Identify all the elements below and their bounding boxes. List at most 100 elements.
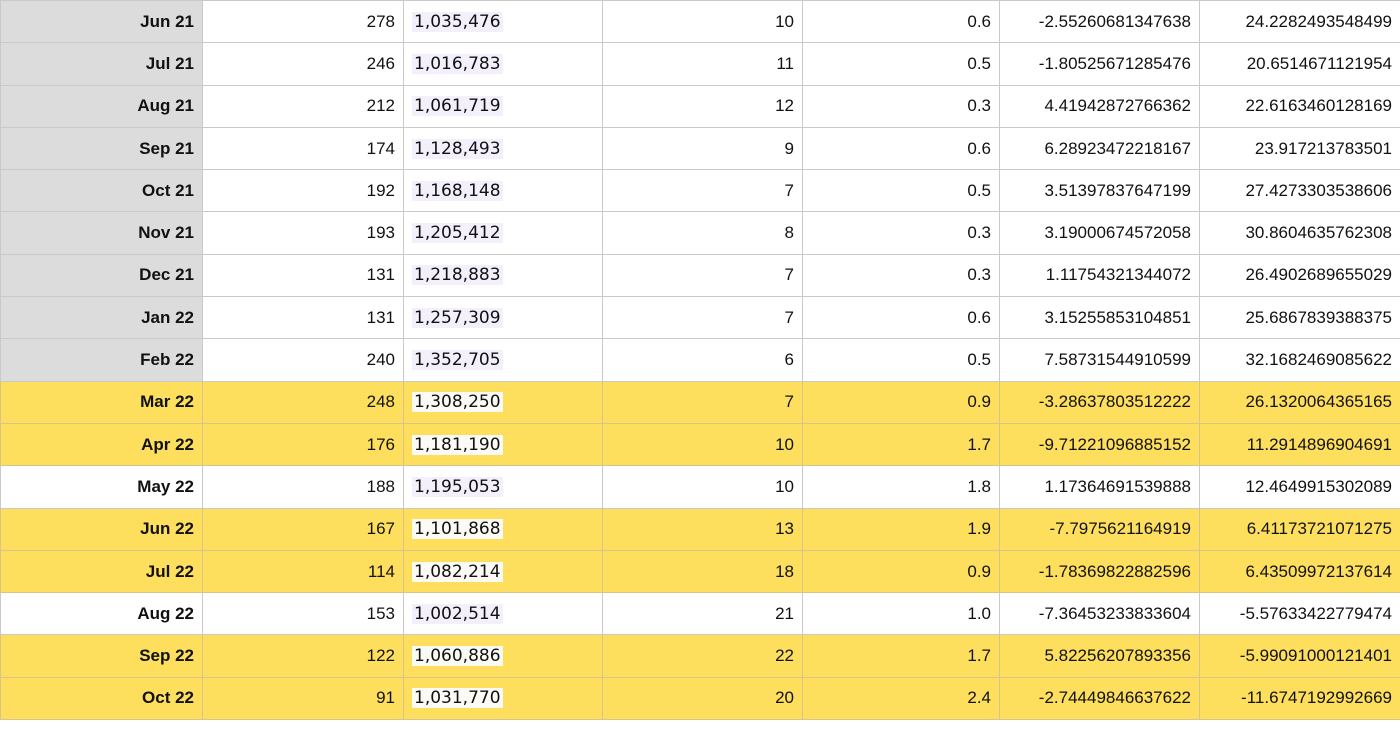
change-cell[interactable]: -9.71221096885152 (999, 422, 1200, 467)
count-cell[interactable]: 193 (202, 211, 404, 255)
trend-cell[interactable]: 32.1682469085622 (1199, 338, 1400, 382)
rank-cell[interactable]: 10 (602, 0, 803, 44)
total-value-cell[interactable]: 1,205,412 (403, 211, 603, 255)
rate-cell[interactable]: 0.5 (802, 169, 1000, 213)
total-value-cell[interactable]: 1,352,705 (403, 338, 603, 382)
table-row[interactable]: Mar 22 248 1,308,250 7 0.9 -3.28637803512222 2… (0, 380, 1400, 424)
rate-cell[interactable]: 1.7 (802, 634, 1000, 678)
rank-cell[interactable]: 18 (602, 549, 803, 594)
change-cell[interactable]: 1.17364691539888 (999, 465, 1200, 509)
total-value-cell[interactable]: 1,195,053 (403, 465, 603, 509)
rate-cell[interactable]: 0.5 (802, 42, 1000, 86)
total-value-cell[interactable]: 1,016,783 (403, 42, 603, 86)
table-row[interactable]: Jun 22 167 1,101,868 13 1.9 -7.7975621164919 6… (0, 507, 1400, 551)
count-cell[interactable]: 278 (202, 0, 404, 44)
table-row[interactable]: Feb 22 240 1,352,705 6 0.5 7.58731544910599 32… (0, 338, 1400, 382)
table-row[interactable]: Sep 21 174 1,128,493 9 0.6 6.28923472218167 23… (0, 126, 1400, 171)
total-value-cell[interactable]: 1,060,886 (403, 634, 603, 678)
trend-cell[interactable]: 6.41173721071275 (1199, 507, 1400, 551)
rank-cell[interactable]: 7 (602, 253, 803, 298)
table-row[interactable]: Apr 22 176 1,181,190 10 1.7 -9.71221096885152… (0, 422, 1400, 467)
rate-cell[interactable]: 1.7 (802, 422, 1000, 467)
rate-cell[interactable]: 0.3 (802, 84, 1000, 128)
total-value-cell[interactable]: 1,101,868 (403, 507, 603, 551)
count-cell[interactable]: 176 (202, 422, 404, 467)
rank-cell[interactable]: 21 (602, 592, 803, 636)
change-cell[interactable]: -2.55260681347638 (999, 0, 1200, 44)
month-cell[interactable]: Dec 21 (0, 253, 203, 298)
month-cell[interactable]: Mar 22 (0, 380, 203, 424)
trend-cell[interactable]: 24.2282493548499 (1199, 0, 1400, 44)
rate-cell[interactable]: 1.8 (802, 465, 1000, 509)
month-cell[interactable]: Jun 21 (0, 0, 203, 44)
trend-cell[interactable]: 11.2914896904691 (1199, 422, 1400, 467)
month-cell[interactable]: Oct 22 (0, 676, 203, 721)
count-cell[interactable]: 91 (202, 676, 404, 721)
count-cell[interactable]: 246 (202, 42, 404, 86)
month-cell[interactable]: Jan 22 (0, 296, 203, 340)
rank-cell[interactable]: 7 (602, 169, 803, 213)
total-value-cell[interactable]: 1,218,883 (403, 253, 603, 298)
table-row[interactable]: Dec 21 131 1,218,883 7 0.3 1.11754321344072 26… (0, 253, 1400, 298)
count-cell[interactable]: 153 (202, 592, 404, 636)
rank-cell[interactable]: 11 (602, 42, 803, 86)
trend-cell[interactable]: 30.8604635762308 (1199, 211, 1400, 255)
month-cell[interactable]: Feb 22 (0, 338, 203, 382)
change-cell[interactable]: 6.28923472218167 (999, 126, 1200, 171)
table-row[interactable]: Jun 21 278 1,035,476 10 0.6 -2.55260681347638… (0, 0, 1400, 44)
month-cell[interactable]: Sep 21 (0, 126, 203, 171)
rate-cell[interactable]: 0.9 (802, 380, 1000, 424)
table-row[interactable]: Jan 22 131 1,257,309 7 0.6 3.15255853104851 25… (0, 296, 1400, 340)
month-cell[interactable]: Jun 22 (0, 507, 203, 551)
table-row[interactable]: Sep 22 122 1,060,886 22 1.7 5.82256207893356-… (0, 634, 1400, 678)
count-cell[interactable]: 248 (202, 380, 404, 424)
count-cell[interactable]: 240 (202, 338, 404, 382)
rank-cell[interactable]: 12 (602, 84, 803, 128)
rank-cell[interactable]: 6 (602, 338, 803, 382)
rank-cell[interactable]: 10 (602, 465, 803, 509)
trend-cell[interactable]: 23.917213783501 (1199, 126, 1400, 171)
table-row[interactable]: May 22 188 1,195,053 10 1.8 1.17364691539888 1… (0, 465, 1400, 509)
trend-cell[interactable]: -5.57633422779474 (1199, 592, 1400, 636)
table-row[interactable]: Aug 22 153 1,002,514 21 1.0 -7.36453233833604… (0, 592, 1400, 636)
rate-cell[interactable]: 0.3 (802, 211, 1000, 255)
month-cell[interactable]: Jul 22 (0, 549, 203, 594)
trend-cell[interactable]: 22.6163460128169 (1199, 84, 1400, 128)
change-cell[interactable]: -2.74449846637622 (999, 676, 1200, 721)
month-cell[interactable]: Oct 21 (0, 169, 203, 213)
count-cell[interactable]: 192 (202, 169, 404, 213)
count-cell[interactable]: 212 (202, 84, 404, 128)
change-cell[interactable]: 5.82256207893356 (999, 634, 1200, 678)
rank-cell[interactable]: 10 (602, 422, 803, 467)
change-cell[interactable]: -7.36453233833604 (999, 592, 1200, 636)
rate-cell[interactable]: 1.9 (802, 507, 1000, 551)
rate-cell[interactable]: 0.6 (802, 296, 1000, 340)
trend-cell[interactable]: 6.43509972137614 (1199, 549, 1400, 594)
total-value-cell[interactable]: 1,128,493 (403, 126, 603, 171)
table-row[interactable]: Oct 22 91 1,031,770 20 2.4 -2.74449846637622-… (0, 676, 1400, 721)
month-cell[interactable]: May 22 (0, 465, 203, 509)
trend-cell[interactable]: 26.1320064365165 (1199, 380, 1400, 424)
change-cell[interactable]: 3.51397837647199 (999, 169, 1200, 213)
rate-cell[interactable]: 0.9 (802, 549, 1000, 594)
rank-cell[interactable]: 13 (602, 507, 803, 551)
change-cell[interactable]: 3.19000674572058 (999, 211, 1200, 255)
count-cell[interactable]: 167 (202, 507, 404, 551)
rate-cell[interactable]: 0.5 (802, 338, 1000, 382)
count-cell[interactable]: 174 (202, 126, 404, 171)
rank-cell[interactable]: 22 (602, 634, 803, 678)
table-row[interactable]: Jul 21 246 1,016,783 11 0.5 -1.80525671285476… (0, 42, 1400, 86)
change-cell[interactable]: -1.80525671285476 (999, 42, 1200, 86)
trend-cell[interactable]: 26.4902689655029 (1199, 253, 1400, 298)
change-cell[interactable]: -1.78369822882596 (999, 549, 1200, 594)
total-value-cell[interactable]: 1,035,476 (403, 0, 603, 44)
month-cell[interactable]: Apr 22 (0, 422, 203, 467)
month-cell[interactable]: Sep 22 (0, 634, 203, 678)
rank-cell[interactable]: 7 (602, 380, 803, 424)
count-cell[interactable]: 114 (202, 549, 404, 594)
total-value-cell[interactable]: 1,061,719 (403, 84, 603, 128)
rank-cell[interactable]: 8 (602, 211, 803, 255)
change-cell[interactable]: 1.11754321344072 (999, 253, 1200, 298)
table-row[interactable]: Jul 22 114 1,082,214 18 0.9 -1.78369822882596… (0, 549, 1400, 594)
count-cell[interactable]: 122 (202, 634, 404, 678)
